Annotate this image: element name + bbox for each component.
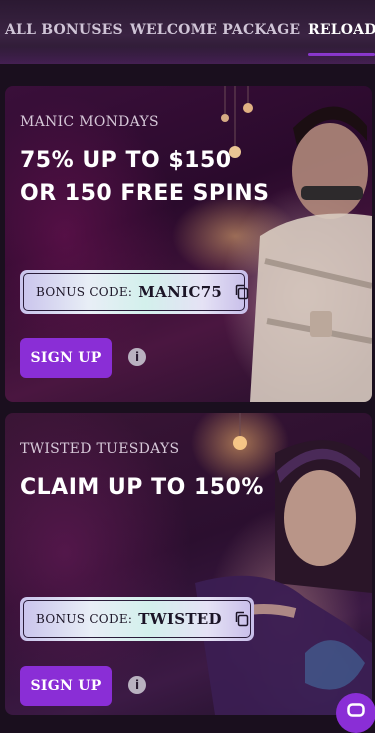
bonus-code-box[interactable]: BONUS CODE: TWISTED <box>20 597 254 641</box>
tab-all-bonuses[interactable]: ALL BONUSES <box>5 22 123 38</box>
copy-icon[interactable] <box>234 284 250 300</box>
bonus-tabs: ALL BONUSES WELCOME PACKAGE RELOAD <box>0 0 375 64</box>
promo-card-twisted-tuesdays: TWISTED TUESDAYS CLAIM UP TO 150% BONUS … <box>5 413 372 715</box>
tab-welcome-package[interactable]: WELCOME PACKAGE <box>130 22 300 38</box>
promo-headline-line: 75% UP TO $150 <box>20 148 232 173</box>
info-icon[interactable]: i <box>128 348 146 366</box>
bonus-code-box[interactable]: BONUS CODE: MANIC75 <box>20 270 250 314</box>
promo-card-manic-mondays: MANIC MONDAYS 75% UP TO $150 OR 150 FREE… <box>5 86 372 402</box>
bonus-code-value: TWISTED <box>138 610 222 628</box>
info-icon[interactable]: i <box>128 676 146 694</box>
bonus-code-label: BONUS CODE: <box>36 612 133 626</box>
tab-reload[interactable]: RELOAD <box>308 22 375 38</box>
sign-up-button[interactable]: SIGN UP <box>20 666 112 706</box>
chat-button[interactable] <box>336 693 375 733</box>
promo-headline: 75% UP TO $150 OR 150 FREE SPINS <box>20 144 269 210</box>
copy-icon[interactable] <box>234 611 250 627</box>
promo-headline-line: OR 150 FREE SPINS <box>20 181 270 206</box>
promo-eyebrow: MANIC MONDAYS <box>20 114 159 130</box>
bonus-code-label: BONUS CODE: <box>36 285 133 299</box>
promo-eyebrow: TWISTED TUESDAYS <box>20 441 180 457</box>
active-tab-indicator <box>308 53 375 56</box>
sign-up-button[interactable]: SIGN UP <box>20 338 112 378</box>
promo-headline-line: CLAIM UP TO 150% <box>20 475 264 500</box>
promo-headline: CLAIM UP TO 150% <box>20 471 264 504</box>
chat-icon <box>347 702 365 721</box>
bonus-code-value: MANIC75 <box>138 283 223 301</box>
